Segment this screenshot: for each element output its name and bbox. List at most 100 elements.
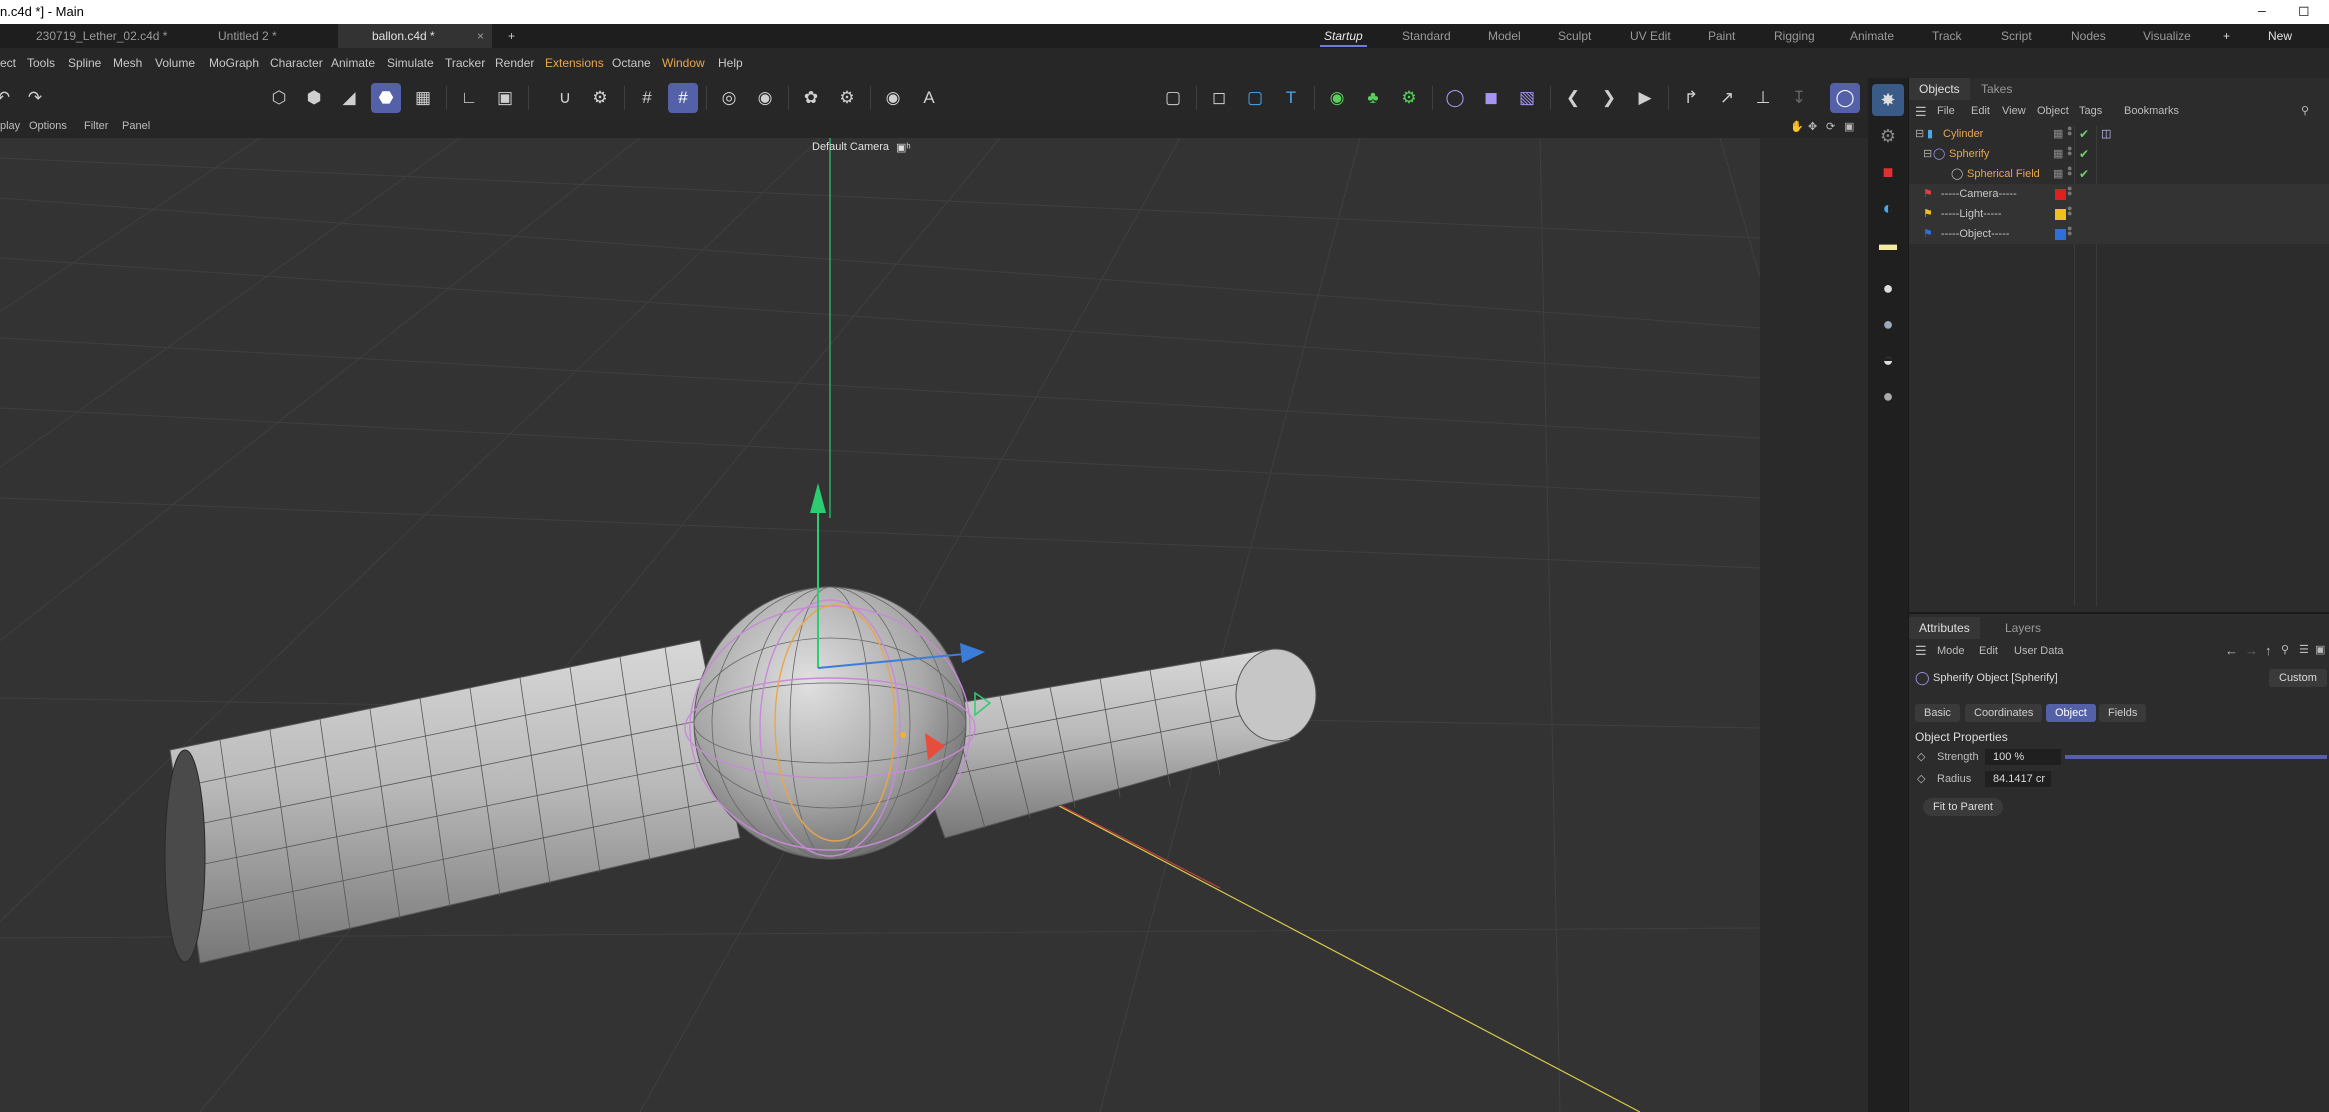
- attr-menu-mode[interactable]: Mode: [1937, 645, 1965, 657]
- 3d-viewport[interactable]: Default Camera ▣ʰ Y Z X: [0, 138, 1868, 1112]
- layout-track[interactable]: Track: [1932, 24, 1962, 48]
- octane-icon[interactable]: ✸: [1872, 84, 1904, 116]
- layer-color-swatch[interactable]: [2055, 209, 2066, 220]
- material-sphere-icon-1[interactable]: ●: [1872, 272, 1904, 304]
- objects-menu-file[interactable]: File: [1937, 105, 1955, 117]
- layout-startup[interactable]: Startup: [1320, 24, 1367, 48]
- hamburger-icon[interactable]: ☰: [1915, 104, 1927, 120]
- subtab-coordinates[interactable]: Coordinates: [1965, 704, 2043, 722]
- area-light-icon[interactable]: ▬: [1872, 228, 1904, 260]
- menu-help[interactable]: Help: [718, 56, 743, 70]
- material-sphere-icon-3[interactable]: ●: [1872, 380, 1904, 412]
- enabled-check-icon[interactable]: ✔: [2079, 144, 2089, 164]
- visibility-dots[interactable]: ● ●: [2067, 204, 2072, 222]
- menu-volume[interactable]: Volume: [155, 56, 195, 70]
- light-settings-icon[interactable]: ⚙: [832, 83, 862, 113]
- layout-standard[interactable]: Standard: [1402, 24, 1451, 48]
- layout-sculpt[interactable]: Sculpt: [1558, 24, 1591, 48]
- cube-icon[interactable]: ▢: [1240, 83, 1270, 113]
- symmetry-icon[interactable]: ◉: [750, 83, 780, 113]
- menu-spline[interactable]: Spline: [68, 56, 101, 70]
- camera-lock-icon[interactable]: ▣ʰ: [896, 141, 911, 154]
- magnet-icon[interactable]: ∪: [550, 83, 580, 113]
- layout-paint[interactable]: Paint: [1708, 24, 1735, 48]
- object-row-cylinder[interactable]: ⊟ ▮ Cylinder ▦ ● ● ✔ ◫: [1909, 124, 2329, 144]
- forward-arrow-icon[interactable]: →: [2245, 643, 2258, 658]
- null-object-icon[interactable]: ▢: [1158, 83, 1188, 113]
- add-layout-button[interactable]: +: [2223, 24, 2230, 48]
- preset-dropdown[interactable]: Custom: [2269, 669, 2327, 687]
- maximize-icon[interactable]: ◻: [2298, 2, 2310, 19]
- tab-objects[interactable]: Objects: [1909, 78, 1970, 100]
- enabled-check-icon[interactable]: ✔: [2079, 124, 2089, 144]
- workplane-icon[interactable]: ▣: [490, 83, 520, 113]
- objects-menu-bookmarks[interactable]: Bookmarks: [2124, 105, 2179, 117]
- hamburger-icon[interactable]: ☰: [1915, 643, 1927, 659]
- attr-menu-edit[interactable]: Edit: [1979, 645, 1998, 657]
- material-sphere-icon-2[interactable]: ●: [1872, 308, 1904, 340]
- layout-uv-edit[interactable]: UV Edit: [1630, 24, 1671, 48]
- auto-icon[interactable]: A: [914, 83, 944, 113]
- minimize-icon[interactable]: –: [2258, 2, 2266, 18]
- doc-tab-2[interactable]: Untitled 2 *: [204, 24, 336, 48]
- fit-to-parent-button[interactable]: Fit to Parent: [1923, 798, 2003, 816]
- enabled-check-icon[interactable]: ✔: [2079, 164, 2089, 184]
- render-to-picture-viewer-icon[interactable]: ▶: [1630, 83, 1660, 113]
- layout-visualize[interactable]: Visualize: [2143, 24, 2191, 48]
- texture-mode-icon[interactable]: ▦: [408, 83, 438, 113]
- edges-mode-icon[interactable]: ⬢: [299, 83, 329, 113]
- visibility-dots[interactable]: ● ●: [2067, 164, 2072, 182]
- cloner-icon[interactable]: ◉: [1322, 83, 1352, 113]
- menu-window[interactable]: Window: [662, 56, 705, 70]
- previous-icon[interactable]: ❮: [1558, 83, 1588, 113]
- render-view-icon[interactable]: ◉: [878, 83, 908, 113]
- menu-animate[interactable]: Animate: [331, 56, 375, 70]
- checker-sphere-icon[interactable]: ◒: [1872, 344, 1904, 376]
- download-icon[interactable]: ↧: [1784, 83, 1814, 113]
- subtab-fields[interactable]: Fields: [2099, 704, 2147, 722]
- menu-mograph[interactable]: MoGraph: [209, 56, 259, 70]
- layer-color-swatch[interactable]: [2055, 229, 2066, 240]
- rotate-view-icon[interactable]: ⟳: [1826, 120, 1835, 133]
- keyframe-diamond-icon[interactable]: ◇: [1917, 772, 1925, 785]
- render-camera-icon[interactable]: ■: [1872, 156, 1904, 188]
- visibility-dots[interactable]: ● ●: [2067, 184, 2072, 202]
- pan-icon[interactable]: ✋: [1790, 120, 1804, 133]
- object-row-camera[interactable]: ⚑ -----Camera----- ● ●: [1909, 184, 2329, 204]
- polygons-mode-icon[interactable]: ◢: [334, 83, 364, 113]
- points-mode-icon[interactable]: ⬡: [264, 83, 294, 113]
- visibility-dots[interactable]: ● ●: [2067, 144, 2072, 162]
- back-arrow-icon[interactable]: ←: [2225, 643, 2238, 658]
- redo-icon[interactable]: ↷: [20, 83, 50, 113]
- lock-icon[interactable]: ▣: [2315, 643, 2325, 656]
- subtab-object[interactable]: Object: [2046, 704, 2096, 722]
- redshift-icon[interactable]: ◯: [1830, 83, 1860, 113]
- joint-icon[interactable]: ⊥: [1748, 83, 1778, 113]
- visibility-dots[interactable]: ● ●: [2067, 224, 2072, 242]
- viewport-menu-panel[interactable]: Panel: [122, 120, 150, 132]
- edit-flag-icon[interactable]: ▦: [2053, 164, 2063, 184]
- tab-takes[interactable]: Takes: [1971, 78, 2022, 100]
- tab-attributes[interactable]: Attributes: [1909, 617, 1980, 639]
- snap-settings-icon[interactable]: ⚙: [585, 83, 615, 113]
- search-icon[interactable]: ⚲: [2281, 643, 2289, 656]
- layout-nodes[interactable]: Nodes: [2071, 24, 2106, 48]
- axis-mode-icon[interactable]: ∟: [454, 83, 484, 113]
- model-mode-icon[interactable]: ⬣: [371, 83, 401, 113]
- text-icon[interactable]: T: [1276, 83, 1306, 113]
- layout-animate[interactable]: Animate: [1850, 24, 1894, 48]
- layout-model[interactable]: Model: [1488, 24, 1521, 48]
- menu-tracker[interactable]: Tracker: [445, 56, 485, 70]
- next-icon[interactable]: ❯: [1594, 83, 1624, 113]
- objects-menu-view[interactable]: View: [2002, 105, 2026, 117]
- subtab-basic[interactable]: Basic: [1915, 704, 1960, 722]
- menu-mesh[interactable]: Mesh: [113, 56, 142, 70]
- new-tab-button[interactable]: +: [494, 24, 524, 48]
- export-icon[interactable]: ↗: [1712, 83, 1742, 113]
- expand-icon[interactable]: ⊟: [1915, 124, 1924, 144]
- close-tab-icon[interactable]: ×: [477, 24, 484, 48]
- grid-snap-icon[interactable]: #: [632, 83, 662, 113]
- menu-simulate[interactable]: Simulate: [387, 56, 434, 70]
- radius-field[interactable]: 84.1417 cr: [1985, 771, 2051, 787]
- objects-menu-tags[interactable]: Tags: [2079, 105, 2102, 117]
